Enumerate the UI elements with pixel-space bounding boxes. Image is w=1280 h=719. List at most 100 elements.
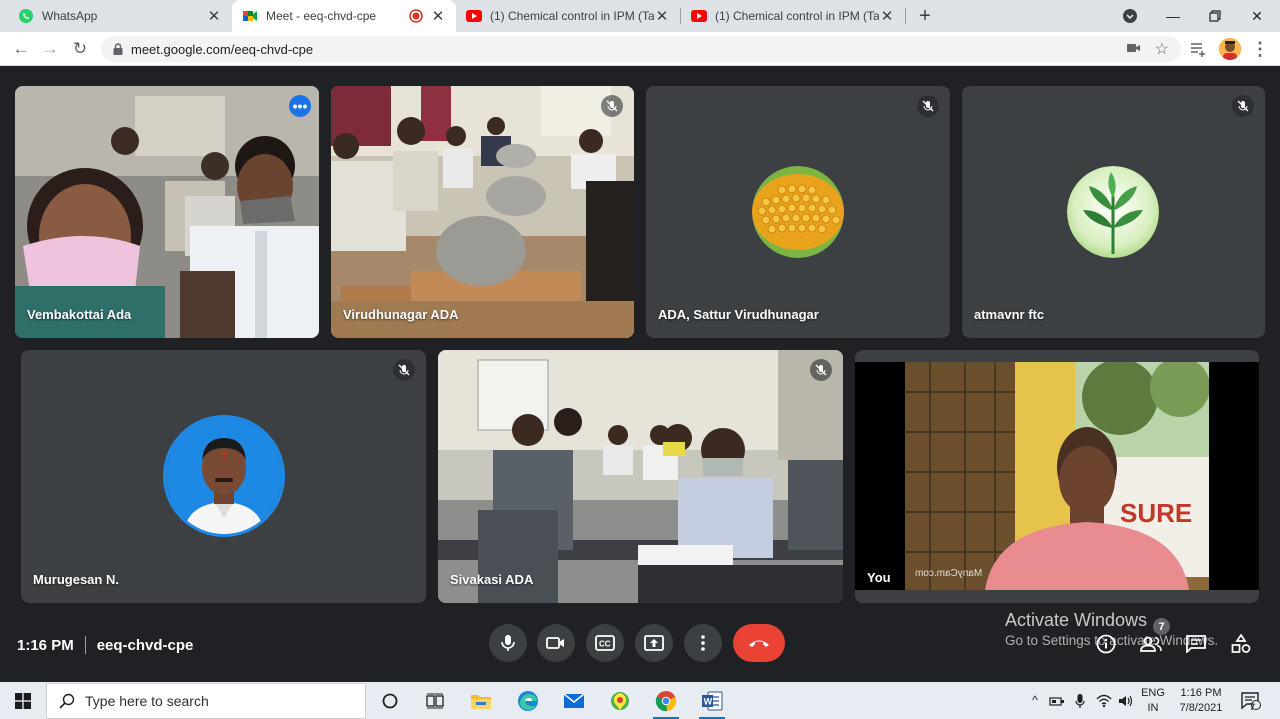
meeting-code: eeq-chvd-cpe [96, 636, 194, 654]
task-view-icon[interactable] [420, 686, 450, 716]
close-tab-icon[interactable]: ✕ [430, 7, 446, 25]
activities-button[interactable] [1227, 630, 1255, 658]
camera-in-use-icon[interactable] [1127, 42, 1141, 54]
close-window-icon[interactable]: ✕ [1234, 0, 1280, 32]
taskbar-clock[interactable]: 1:16 PM 7/8/2021 [1172, 682, 1230, 719]
recording-dot-icon [408, 8, 424, 24]
end-call-icon [749, 640, 769, 647]
svg-text:W: W [704, 697, 713, 707]
cortana-icon[interactable] [375, 686, 405, 716]
captions-icon: CC [595, 635, 615, 651]
google-meet-icon [242, 8, 258, 24]
bookmark-star-icon[interactable]: ☆ [1155, 39, 1169, 59]
tab-google-meet[interactable]: Meet - eeq-chvd-cpe ✕ [232, 0, 456, 32]
taskbar-date: 7/8/2021 [1179, 701, 1223, 714]
restore-icon[interactable] [1192, 0, 1238, 32]
camera-button[interactable] [537, 624, 575, 662]
windows-start-icon[interactable] [8, 686, 38, 716]
end-call-button[interactable] [733, 624, 785, 662]
mic-button[interactable] [489, 624, 527, 662]
participant-tile-atmavnr[interactable]: atmavnr ftc [962, 86, 1265, 338]
taskbar-search-box[interactable]: Type here to search [46, 683, 366, 719]
mic-off-icon [917, 95, 939, 117]
forward-icon[interactable]: → [38, 37, 62, 61]
people-icon [1140, 636, 1162, 652]
whatsapp-icon [18, 8, 34, 24]
notification-count: 7 [1250, 702, 1256, 712]
tab-youtube-1[interactable]: (1) Chemical control in IPM (Tam ✕ [456, 0, 680, 32]
search-icon [59, 693, 75, 709]
region-label: IN [1147, 701, 1159, 714]
close-tab-icon[interactable]: ✕ [206, 7, 222, 25]
new-tab-button[interactable]: + [912, 3, 938, 29]
participant-tile-sattur[interactable]: ADA, Sattur Virudhunagar [646, 86, 950, 338]
browser-menu-icon[interactable]: ⋮ [1251, 37, 1269, 61]
manycam-watermark: ManyCam.com [915, 568, 983, 579]
participant-tile-virudhunagar[interactable]: Virudhunagar ADA [331, 86, 634, 338]
volume-icon[interactable] [1116, 682, 1136, 719]
participant-name: ADA, Sattur Virudhunagar [658, 307, 819, 322]
url-text: meet.google.com/eeq-chvd-cpe [131, 41, 314, 57]
lock-icon [113, 43, 123, 55]
tab-youtube-2[interactable]: (1) Chemical control in IPM (Tam ✕ [681, 0, 905, 32]
file-explorer-icon[interactable] [466, 686, 496, 716]
show-hidden-icons[interactable]: ^ [1026, 682, 1044, 719]
more-options-icon[interactable]: ••• [289, 95, 311, 117]
word-icon[interactable]: W [697, 686, 727, 719]
close-tab-icon[interactable]: ✕ [654, 7, 670, 25]
search-placeholder: Type here to search [85, 693, 209, 709]
people-count-badge: 7 [1153, 618, 1170, 635]
participant-name: Vembakottai Ada [27, 307, 132, 322]
mic-off-icon [810, 359, 832, 381]
notifications-icon[interactable]: 7 [1236, 682, 1266, 719]
participant-tile-sivakasi[interactable]: Sivakasi ADA [438, 350, 843, 603]
device-icon[interactable] [1047, 682, 1067, 719]
profile-avatar[interactable] [1219, 38, 1241, 60]
more-options-icon [701, 635, 705, 651]
youtube-icon [466, 8, 482, 24]
input-language[interactable]: ENG IN [1138, 682, 1168, 719]
taskbar-time: 1:16 PM [1180, 686, 1222, 699]
close-tab-icon[interactable]: ✕ [879, 7, 895, 25]
mail-icon[interactable] [559, 686, 589, 716]
participant-name: Sivakasi ADA [450, 572, 534, 587]
participant-name: Murugesan N. [33, 572, 119, 587]
more-options-button[interactable] [684, 624, 722, 662]
tab-search-icon[interactable] [1118, 6, 1142, 26]
maps-app-icon[interactable] [605, 686, 635, 716]
reading-list-icon[interactable] [1189, 40, 1207, 63]
tab-title: Meet - eeq-chvd-cpe [266, 9, 377, 23]
wifi-icon[interactable] [1094, 682, 1114, 719]
participant-video [331, 86, 634, 338]
svg-text:SURE: SURE [1120, 498, 1192, 528]
reload-icon[interactable]: ↻ [68, 37, 92, 61]
participant-tile-murugesan[interactable]: Murugesan N. [21, 350, 426, 603]
participant-video [15, 86, 319, 338]
tab-separator [905, 8, 906, 24]
mic-off-icon [393, 359, 415, 381]
windows-taskbar: Type here to search W ^ ENG IN 1:16 PM 7… [0, 682, 1280, 719]
captions-button[interactable]: CC [586, 624, 624, 662]
mic-off-icon [1232, 95, 1254, 117]
meeting-info-button[interactable] [1092, 630, 1120, 658]
microphone-tray-icon[interactable] [1070, 682, 1090, 719]
back-icon[interactable]: ← [9, 37, 33, 61]
plant-avatar [1067, 166, 1159, 258]
watermark-line1: Activate Windows [1005, 610, 1148, 630]
present-button[interactable] [635, 624, 673, 662]
activities-icon [1231, 634, 1251, 653]
corn-avatar [752, 166, 844, 258]
chat-button[interactable] [1182, 630, 1210, 658]
youtube-icon [691, 8, 707, 24]
meet-stage: ••• Vembakottai Ada Virudhunagar ADA ADA… [0, 66, 1280, 682]
minimize-icon[interactable]: ― [1150, 0, 1196, 32]
tab-whatsapp[interactable]: WhatsApp ✕ [8, 0, 232, 32]
participant-tile-vembakottai[interactable]: ••• Vembakottai Ada [15, 86, 319, 338]
camera-icon [546, 637, 564, 649]
edge-icon[interactable] [513, 686, 543, 716]
address-bar[interactable]: meet.google.com/eeq-chvd-cpe ☆ [101, 36, 1181, 62]
participant-tile-self[interactable]: SURE ManyCam.com You [855, 350, 1259, 603]
chat-icon [1186, 635, 1206, 653]
chrome-icon[interactable] [651, 686, 681, 719]
clock-time: 1:16 PM [17, 636, 74, 654]
